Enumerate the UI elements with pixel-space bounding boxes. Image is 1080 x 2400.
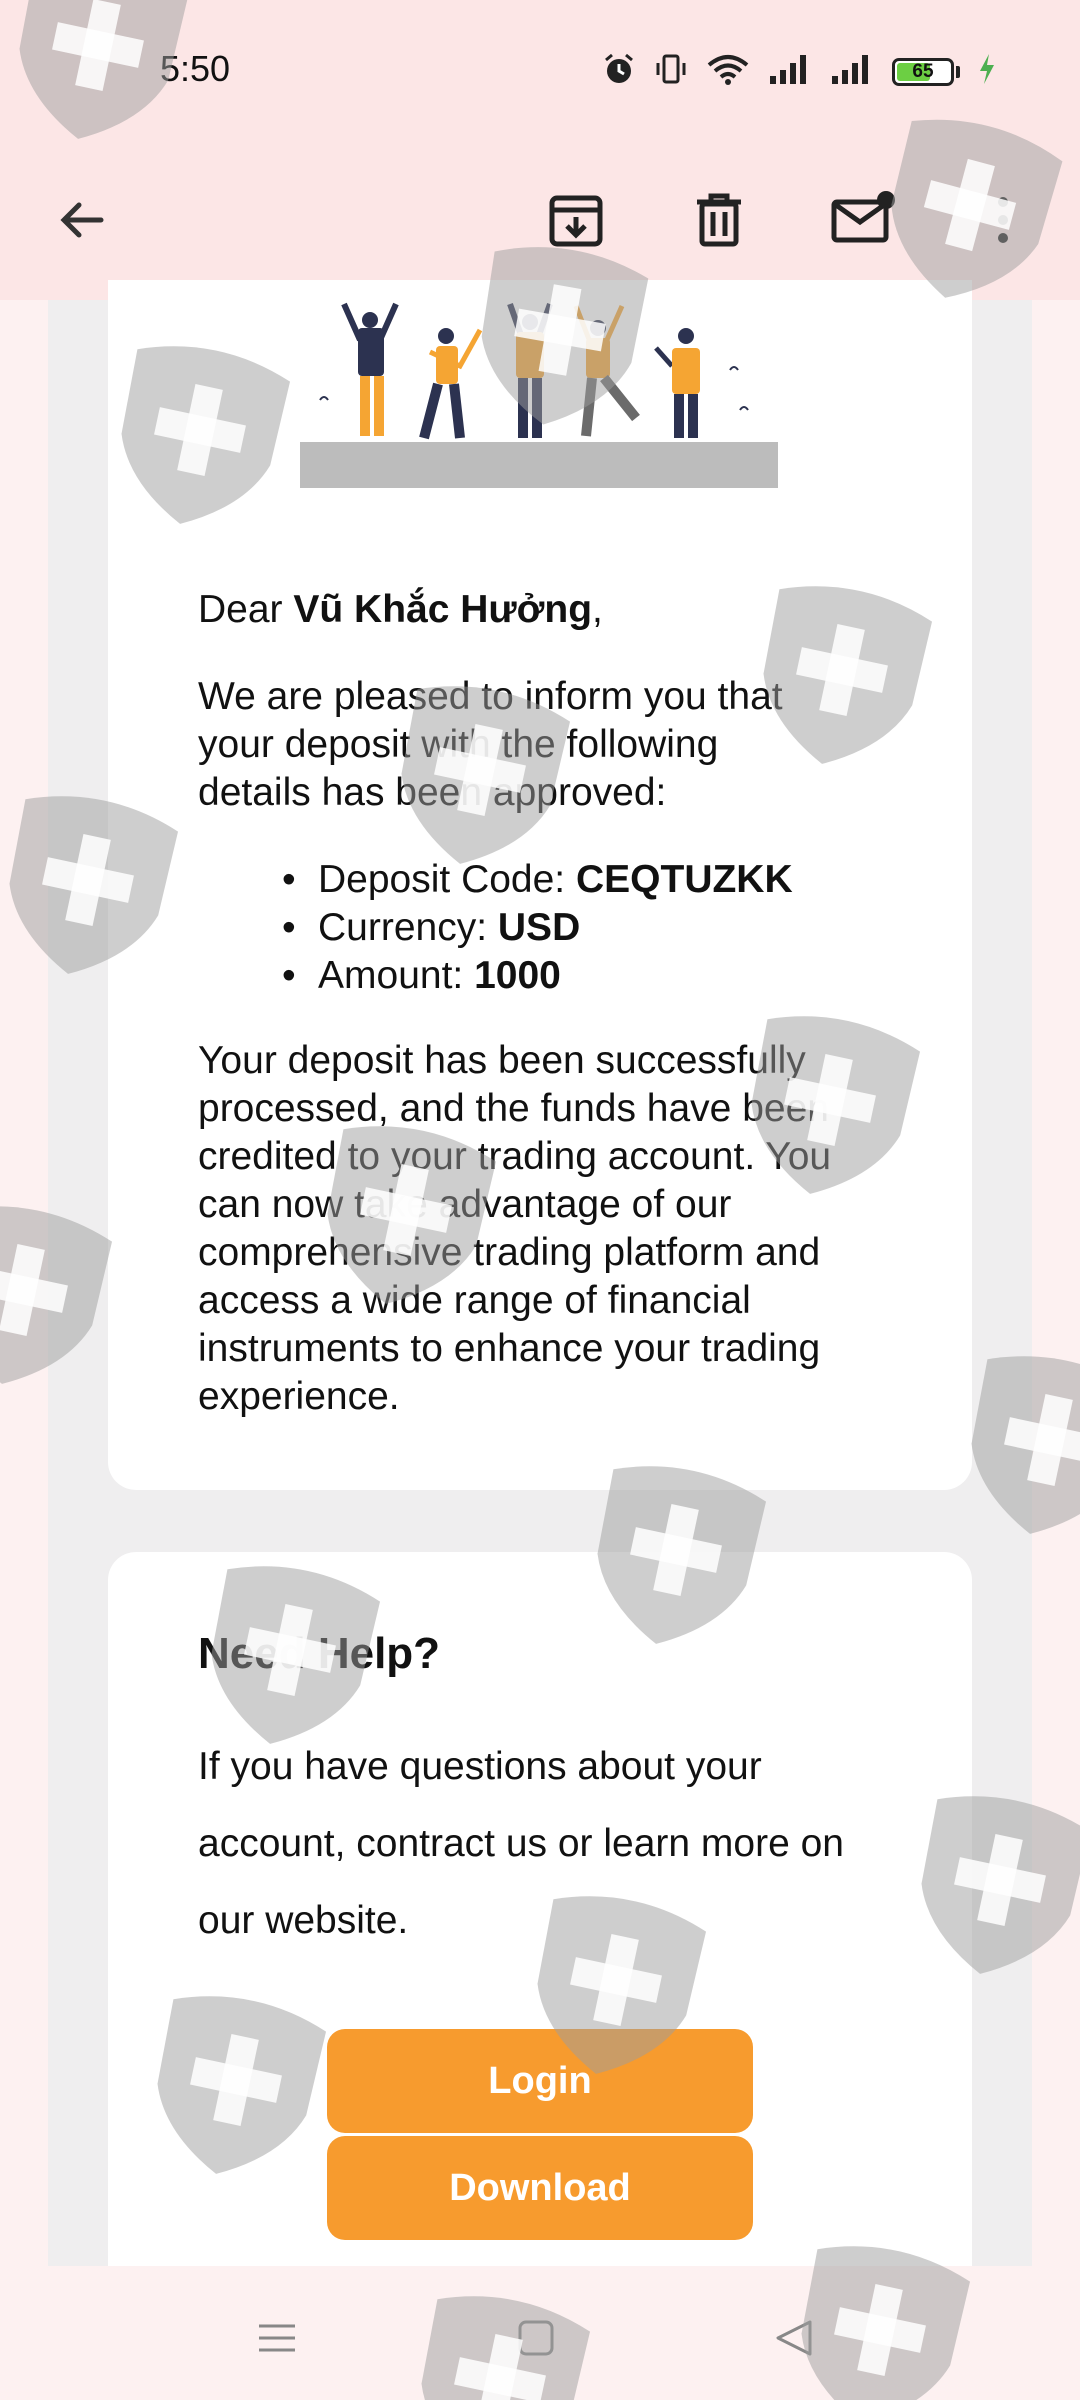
status-bar: 5:50 65 bbox=[0, 0, 1080, 140]
deposit-code-value: CEQTUZKK bbox=[575, 858, 793, 901]
detail-label: Amount: bbox=[318, 954, 475, 997]
battery-icon: 65 bbox=[892, 57, 954, 86]
celebration-illustration bbox=[300, 300, 780, 490]
greeting-prefix: Dear bbox=[198, 588, 294, 631]
alarm-icon bbox=[602, 52, 636, 91]
back-arrow-icon[interactable] bbox=[38, 177, 124, 263]
system-nav-bar bbox=[0, 2266, 1080, 2400]
list-item: Amount: 1000 bbox=[198, 952, 898, 1000]
menu-icon[interactable] bbox=[247, 2308, 307, 2368]
more-vert-icon[interactable] bbox=[960, 177, 1046, 263]
status-time: 5:50 bbox=[160, 48, 231, 89]
status-icons: 65 bbox=[602, 52, 996, 91]
signal-icon bbox=[768, 52, 812, 91]
vibrate-icon bbox=[654, 52, 688, 91]
detail-label: Currency: bbox=[318, 906, 498, 949]
archive-icon[interactable] bbox=[533, 177, 619, 263]
wifi-icon bbox=[706, 52, 750, 91]
signal-icon bbox=[830, 52, 874, 91]
intro-paragraph: We are pleased to inform you that your d… bbox=[198, 675, 783, 814]
list-item: Deposit Code: CEQTUZKK bbox=[198, 856, 898, 904]
list-item: Currency: USD bbox=[198, 904, 898, 952]
help-title: Need Help? bbox=[198, 1629, 441, 1678]
download-button[interactable]: Download bbox=[327, 2136, 753, 2240]
recipient-name: Vũ Khắc Hưởng bbox=[293, 588, 593, 631]
detail-label: Deposit Code: bbox=[318, 858, 576, 901]
delete-icon[interactable] bbox=[676, 177, 762, 263]
greeting-suffix: , bbox=[592, 588, 603, 631]
back-triangle-icon[interactable] bbox=[764, 2308, 824, 2368]
home-square-icon[interactable] bbox=[506, 2308, 566, 2368]
app-bar bbox=[0, 140, 1080, 300]
greeting: Dear Vũ Khắc Hưởng, bbox=[198, 586, 898, 634]
mark-unread-icon[interactable] bbox=[820, 177, 906, 263]
help-text: If you have questions about your account… bbox=[198, 1745, 844, 1942]
amount-value: 1000 bbox=[474, 954, 561, 997]
currency-value: USD bbox=[497, 906, 581, 949]
deposit-details-list: Deposit Code: CEQTUZKK Currency: USD Amo… bbox=[198, 856, 898, 1000]
charging-icon bbox=[978, 52, 996, 91]
battery-cap bbox=[956, 65, 960, 78]
battery-level: 65 bbox=[912, 60, 934, 82]
body-paragraph: Your deposit has been successfully proce… bbox=[198, 1039, 832, 1418]
login-button[interactable]: Login bbox=[327, 2029, 753, 2133]
